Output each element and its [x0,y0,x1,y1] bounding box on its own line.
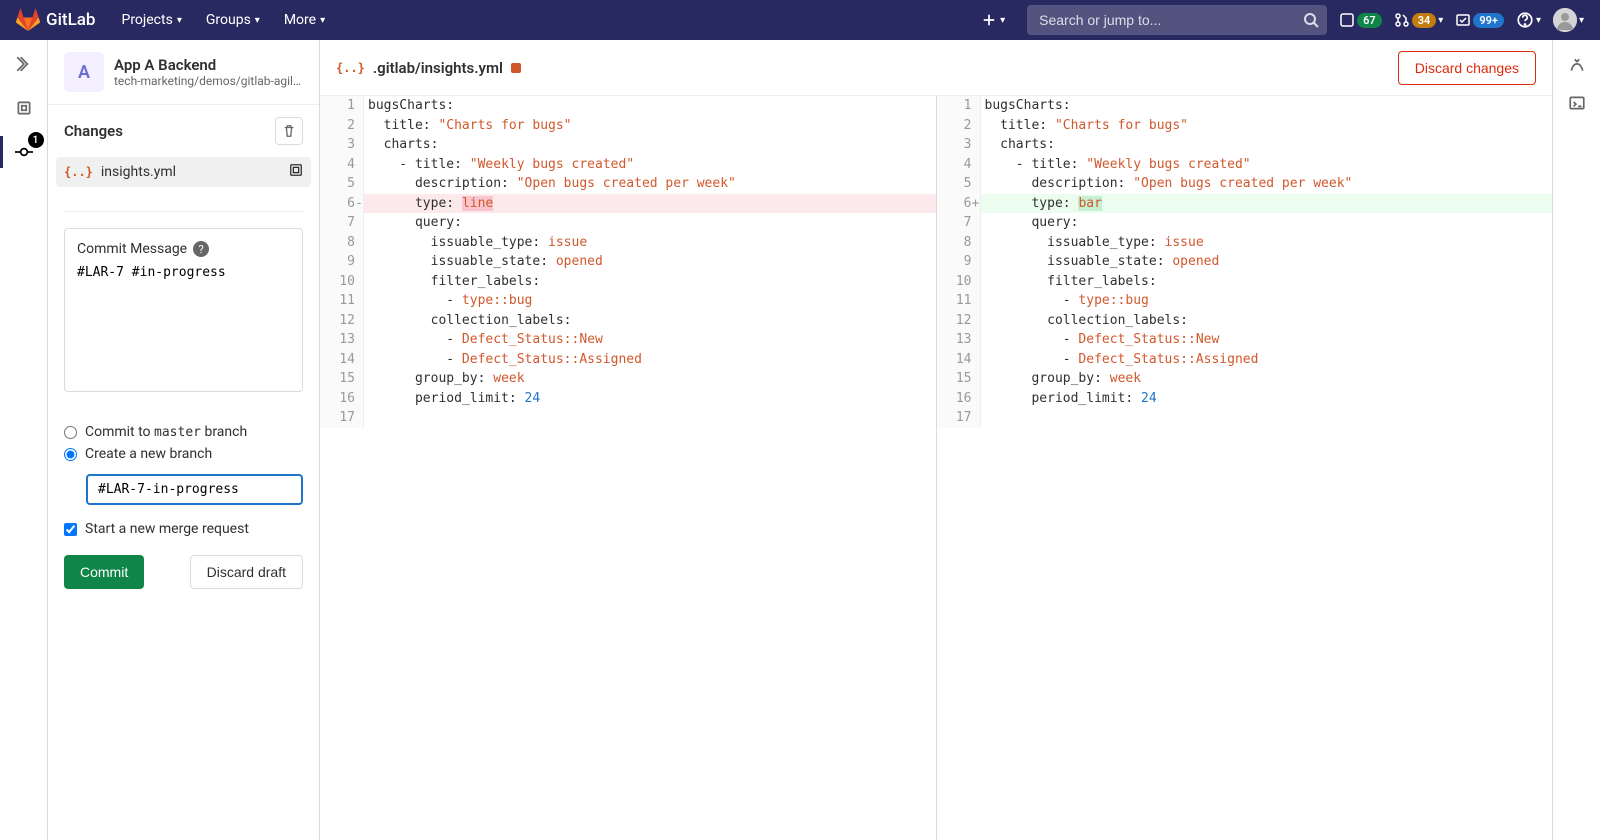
code-line[interactable]: 9 issuable_state: opened [937,252,1553,272]
code-line[interactable]: 15 group_by: week [320,369,936,389]
chevron-down-icon: ▾ [1438,15,1443,26]
code-line[interactable]: 12 collection_labels: [320,311,936,331]
user-menu[interactable]: ▾ [1553,8,1584,32]
diff-viewer[interactable]: 1bugsCharts:2 title: "Charts for bugs"3 … [320,96,1552,840]
checkbox-start-mr[interactable]: Start a new merge request [48,515,319,543]
yaml-file-icon: {..} [336,61,365,75]
help-icon[interactable]: ? [193,241,209,257]
file-path: .gitlab/insights.yml [373,59,503,77]
merge-requests-counter[interactable]: 34 ▾ [1394,12,1444,28]
code-line[interactable]: 4 - title: "Weekly bugs created" [320,155,936,175]
discard-all-button[interactable] [275,117,303,145]
code-line[interactable]: 7 query: [320,213,936,233]
brand-name: GitLab [46,10,95,30]
chevron-down-icon: ▾ [320,15,325,26]
code-line[interactable]: 12 collection_labels: [937,311,1553,331]
code-line[interactable]: 17 [320,408,936,428]
code-line[interactable]: 5 description: "Open bugs created per we… [937,174,1553,194]
discard-changes-button[interactable]: Discard changes [1398,51,1536,85]
commit-sidebar: A App A Backend tech-marketing/demos/git… [48,40,320,840]
pipeline-icon[interactable] [1568,56,1586,78]
file-header: {..} .gitlab/insights.yml Discard change… [320,40,1552,96]
nav-groups[interactable]: Groups ▾ [196,6,270,34]
editor-main: {..} .gitlab/insights.yml Discard change… [320,40,1552,840]
code-line[interactable]: 16 period_limit: 24 [320,389,936,409]
left-icon-rail: 1 [0,40,48,840]
todos-counter[interactable]: 99+ [1455,12,1504,28]
code-line[interactable]: 7 query: [937,213,1553,233]
open-file-icon[interactable] [289,163,303,181]
commit-message-input[interactable] [77,265,290,375]
project-path: tech-marketing/demos/gitlab-agile-demo/l… [114,74,303,88]
global-search[interactable] [1027,5,1327,35]
code-line[interactable]: 6+ type: bar [937,194,1553,214]
search-icon [1303,12,1319,32]
code-line[interactable]: 5 description: "Open bugs created per we… [320,174,936,194]
commit-message-label: Commit Message [77,241,187,257]
right-icon-rail [1552,40,1600,840]
code-line[interactable]: 3 charts: [937,135,1553,155]
issues-counter[interactable]: 67 [1339,12,1382,28]
commit-count-badge: 1 [28,132,44,148]
code-line[interactable]: 8 issuable_type: issue [320,233,936,253]
chevron-down-icon: ▾ [177,15,182,26]
code-line[interactable]: 14 - Defect_Status::Assigned [937,350,1553,370]
project-avatar: A [64,52,104,92]
search-input[interactable] [1027,5,1327,35]
diff-new-side: 1bugsCharts:2 title: "Charts for bugs"3 … [937,96,1553,840]
nav-projects[interactable]: Projects ▾ [111,6,191,34]
code-line[interactable]: 1bugsCharts: [937,96,1553,116]
user-avatar [1553,8,1577,32]
rail-review-icon[interactable] [8,92,40,124]
help-menu[interactable]: ▾ [1516,11,1541,29]
branch-name-input[interactable] [86,474,303,505]
diff-old-side: 1bugsCharts:2 title: "Charts for bugs"3 … [320,96,937,840]
chevron-down-icon: ▾ [1000,15,1005,26]
code-line[interactable]: 9 issuable_state: opened [320,252,936,272]
code-line[interactable]: 10 filter_labels: [937,272,1553,292]
code-line[interactable]: 13 - Defect_Status::New [937,330,1553,350]
yaml-file-icon: {..} [64,165,93,179]
code-line[interactable]: 2 title: "Charts for bugs" [320,116,936,136]
code-line[interactable]: 2 title: "Charts for bugs" [937,116,1553,136]
code-line[interactable]: 1bugsCharts: [320,96,936,116]
code-line[interactable]: 17 [937,408,1553,428]
commit-button[interactable]: Commit [64,555,144,589]
code-line[interactable]: 16 period_limit: 24 [937,389,1553,409]
code-line[interactable]: 4 - title: "Weekly bugs created" [937,155,1553,175]
gitlab-logo[interactable]: GitLab [16,8,95,32]
code-line[interactable]: 11 - type::bug [937,291,1553,311]
project-header[interactable]: A App A Backend tech-marketing/demos/git… [48,40,319,105]
code-line[interactable]: 15 group_by: week [937,369,1553,389]
code-line[interactable]: 11 - type::bug [320,291,936,311]
radio-create-branch[interactable]: Create a new branch [64,446,303,462]
rail-edit-icon[interactable] [8,48,40,80]
code-line[interactable]: 8 issuable_type: issue [937,233,1553,253]
modified-indicator-icon [511,63,521,73]
rail-commit-icon[interactable]: 1 [8,136,40,168]
plus-menu[interactable]: ▾ [972,7,1015,33]
code-line[interactable]: 6- type: line [320,194,936,214]
chevron-down-icon: ▾ [1536,15,1541,26]
chevron-down-icon: ▾ [1579,15,1584,26]
radio-commit-master[interactable]: Commit to master branch [64,424,303,440]
changes-heading: Changes [64,122,123,140]
chevron-down-icon: ▾ [255,15,260,26]
changed-file-item[interactable]: {..} insights.yml [56,157,311,187]
top-navbar: GitLab Projects ▾ Groups ▾ More ▾ ▾ 67 3… [0,0,1600,40]
terminal-icon[interactable] [1568,94,1586,116]
code-line[interactable]: 14 - Defect_Status::Assigned [320,350,936,370]
code-line[interactable]: 13 - Defect_Status::New [320,330,936,350]
code-line[interactable]: 3 charts: [320,135,936,155]
discard-draft-button[interactable]: Discard draft [190,555,303,589]
code-line[interactable]: 10 filter_labels: [320,272,936,292]
file-name: insights.yml [101,164,281,180]
project-name: App A Backend [114,56,303,74]
nav-more[interactable]: More ▾ [274,6,335,34]
